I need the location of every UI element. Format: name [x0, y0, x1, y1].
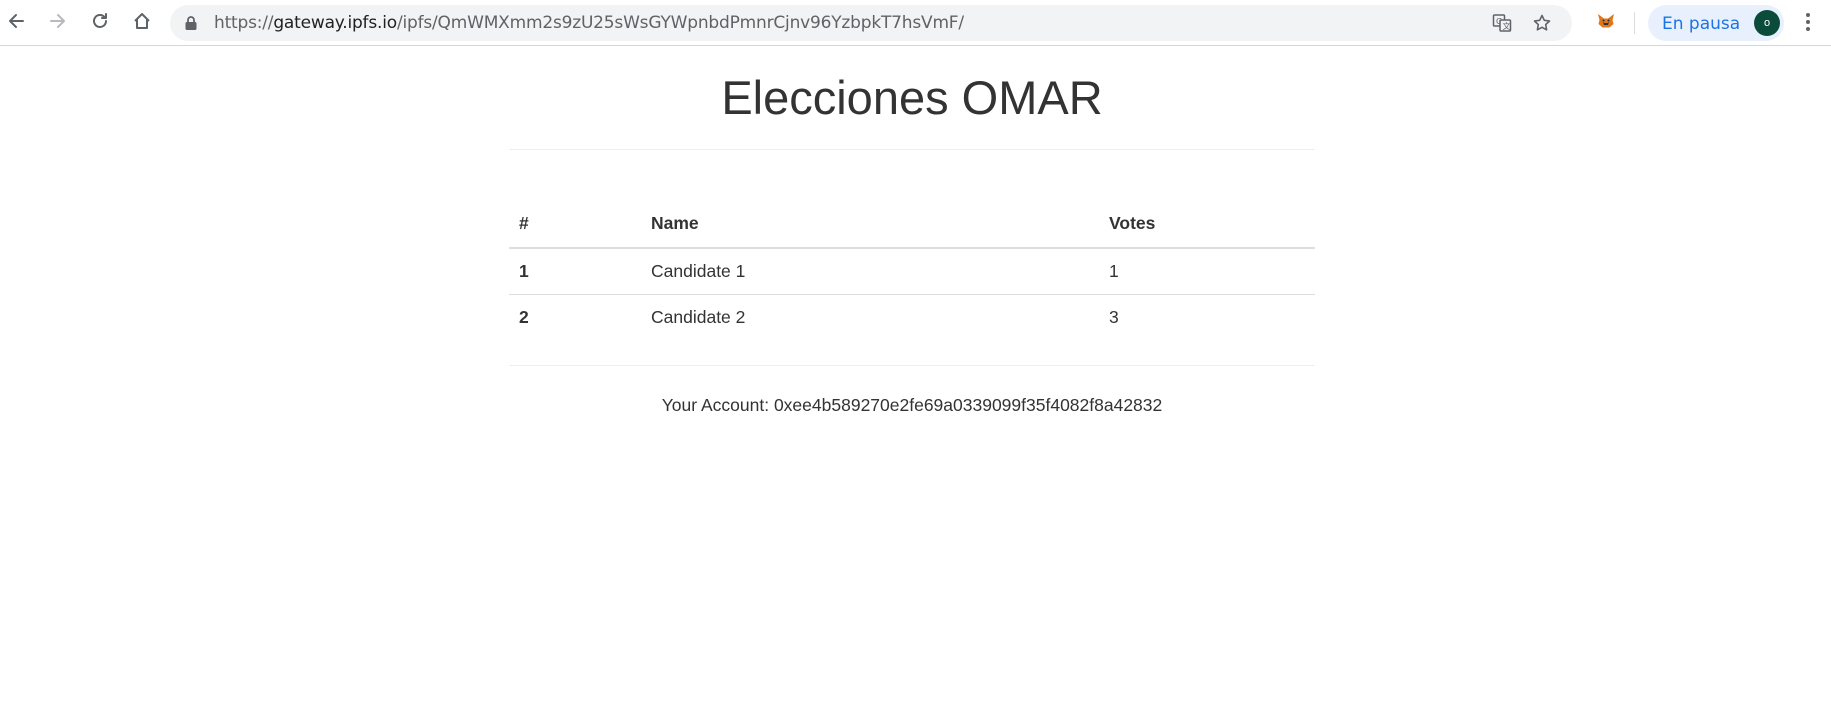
candidate-votes: 3	[1099, 294, 1315, 340]
kebab-menu-icon[interactable]	[1796, 7, 1820, 37]
star-icon[interactable]	[1530, 11, 1554, 35]
url-scheme: https://	[214, 13, 274, 33]
back-arrow-icon[interactable]	[2, 7, 30, 35]
account-label: Your Account:	[661, 395, 770, 415]
toolbar-separator	[1634, 12, 1635, 34]
address-bar[interactable]: https://gateway.ipfs.io/ipfs/QmWMXmm2s9z…	[170, 5, 1572, 41]
lock-icon[interactable]	[184, 15, 198, 36]
account-info: Your Account: 0xee4b589270e2fe69a0339099…	[509, 395, 1315, 416]
home-icon[interactable]	[128, 7, 156, 35]
page-title: Elecciones OMAR	[721, 71, 1103, 124]
header-number: #	[509, 200, 641, 249]
table-divider	[509, 365, 1315, 366]
profile-paused-chip[interactable]: En pausa o	[1648, 5, 1784, 41]
url-host: gateway.ipfs.io	[273, 13, 397, 33]
reload-icon[interactable]	[86, 7, 114, 35]
forward-arrow-icon[interactable]	[44, 7, 72, 35]
candidate-name: Candidate 1	[651, 261, 746, 281]
candidate-id: 2	[509, 294, 641, 340]
results-table: # Name Votes 1 Candidate 1 1 2 Candidate…	[509, 200, 1315, 340]
table-header-row: # Name Votes	[509, 200, 1315, 249]
profile-status-label: En pausa	[1662, 14, 1741, 34]
title-divider	[509, 149, 1315, 150]
svg-text:文: 文	[1503, 21, 1511, 31]
candidate-name: Candidate 2	[641, 294, 1099, 340]
header-votes: Votes	[1099, 200, 1315, 249]
header-name: Name	[641, 200, 1099, 249]
table-row: 1 Candidate 1 1	[509, 248, 1315, 295]
avatar[interactable]: o	[1754, 10, 1780, 36]
page-container: Elecciones OMAR # Name Votes 1 Candidate…	[509, 47, 1315, 415]
candidate-id: 1	[519, 261, 529, 281]
translate-icon[interactable]: G文	[1490, 11, 1514, 35]
table-row: 2 Candidate 2 3	[509, 294, 1315, 340]
metamask-fox-icon[interactable]	[1592, 7, 1620, 35]
browser-toolbar: https://gateway.ipfs.io/ipfs/QmWMXmm2s9z…	[0, 0, 1831, 46]
url-path: /ipfs/QmWMXmm2s9zU25sWsGYWpnbdPmnrCjnv96…	[396, 13, 964, 33]
candidate-votes: 1	[1109, 261, 1119, 281]
account-address: 0xee4b589270e2fe69a0339099f35f4082f8a428…	[773, 395, 1163, 415]
url-text[interactable]: https://gateway.ipfs.io/ipfs/QmWMXmm2s9z…	[214, 13, 964, 33]
